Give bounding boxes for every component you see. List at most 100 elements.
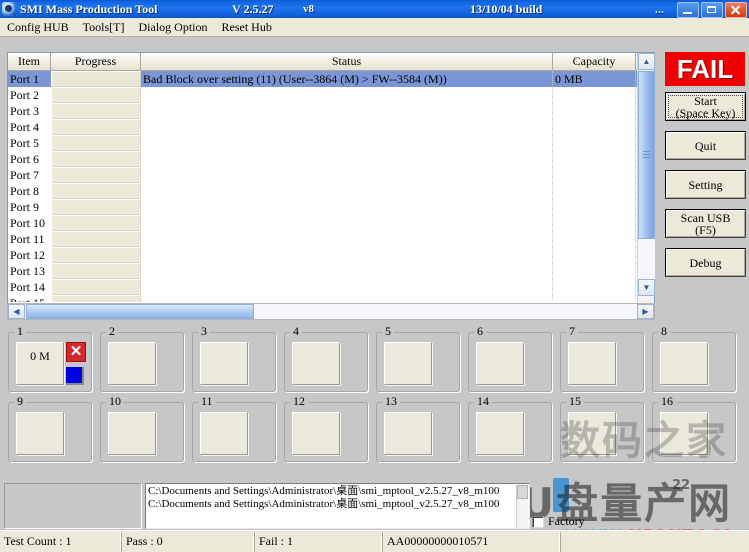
port-slot[interactable]: 11 — [188, 396, 279, 466]
port-slot-label: 4 — [290, 324, 302, 339]
minimize-icon[interactable] — [677, 2, 699, 18]
factory-checkbox[interactable] — [532, 516, 544, 528]
quit-button-label: Quit — [695, 140, 716, 152]
menu-item-tools[interactable]: Tools[T] — [76, 19, 132, 36]
log-output-panel[interactable]: C:\Documents and Settings\Administrator\… — [145, 483, 530, 529]
window-controls — [677, 2, 747, 18]
table-row[interactable]: Port 4 — [8, 119, 654, 135]
port-slot[interactable]: 10 M✕ — [4, 326, 95, 396]
table-row[interactable]: Port 5 — [8, 135, 654, 151]
scroll-left-icon[interactable]: ◀ — [8, 304, 25, 319]
cell-item: Port 6 — [8, 151, 51, 167]
action-panel: FAIL Start (Space Key) Quit Setting Scan… — [660, 50, 749, 322]
list-horizontal-scrollbar[interactable]: ◀ ▶ — [7, 303, 655, 320]
port-slot[interactable]: 9 — [4, 396, 95, 466]
port-slot-capacity — [476, 412, 524, 455]
factory-checkbox-group[interactable]: Factory — [532, 514, 585, 529]
scroll-thumb[interactable] — [638, 71, 655, 239]
cell-status: Bad Block over setting (11) (User--3864 … — [141, 71, 553, 87]
window-title: SMI Mass Production Tool — [20, 2, 157, 17]
log-scroll-thumb[interactable] — [517, 485, 528, 499]
table-row[interactable]: Port 12 — [8, 247, 654, 263]
log-line: C:\Documents and Settings\Administrator\… — [148, 498, 527, 511]
log-vertical-scrollbar[interactable] — [516, 485, 528, 529]
cell-item: Port 8 — [8, 183, 51, 199]
cell-item: Port 5 — [8, 135, 51, 151]
table-row[interactable]: Port 8 — [8, 183, 654, 199]
status-serial-number: AA00000000010571 — [383, 532, 561, 552]
table-row[interactable]: Port 11 — [8, 231, 654, 247]
cell-item: Port 10 — [8, 215, 51, 231]
table-row[interactable]: Port 6 — [8, 151, 654, 167]
port-slot-label: 1 — [14, 324, 26, 339]
scroll-down-icon[interactable]: ▼ — [638, 279, 655, 296]
column-header-capacity[interactable]: Capacity — [553, 53, 636, 70]
table-row[interactable]: Port 1 Bad Block over setting (11) (User-… — [8, 71, 654, 87]
table-row[interactable]: Port 15 — [8, 295, 654, 302]
table-row[interactable]: Port 14 — [8, 279, 654, 295]
cell-item: Port 1 — [8, 71, 51, 87]
port-slot-capacity — [660, 342, 708, 385]
scroll-right-icon[interactable]: ▶ — [637, 304, 654, 319]
port-slot-capacity — [200, 342, 248, 385]
cell-status — [141, 279, 553, 295]
port-slot[interactable]: 4 — [280, 326, 371, 396]
menu-item-dialog-option[interactable]: Dialog Option — [132, 19, 215, 36]
port-slot-capacity — [108, 342, 156, 385]
port-slot-capacity — [568, 342, 616, 385]
cell-capacity — [553, 151, 636, 167]
port-slot[interactable]: 2 — [96, 326, 187, 396]
table-row[interactable]: Port 3 — [8, 103, 654, 119]
hscroll-track[interactable] — [254, 304, 637, 319]
cell-capacity — [553, 215, 636, 231]
column-header-progress[interactable]: Progress — [51, 53, 141, 70]
menu-item-reset-hub[interactable]: Reset Hub — [215, 19, 279, 36]
status-test-count: Test Count : 1 — [0, 532, 122, 552]
port-slot[interactable]: 5 — [372, 326, 463, 396]
scan-usb-button[interactable]: Scan USB (F5) — [665, 209, 746, 238]
port-slot[interactable]: 6 — [464, 326, 555, 396]
menu-bar: Config HUB Tools[T] Dialog Option Reset … — [0, 18, 749, 37]
app-window: SMI Mass Production Tool V 2.5.27 v8 13/… — [0, 0, 749, 552]
list-body: Port 1 Bad Block over setting (11) (User-… — [8, 71, 654, 302]
cell-status — [141, 295, 553, 302]
cell-item: Port 4 — [8, 119, 51, 135]
table-row[interactable]: Port 9 — [8, 199, 654, 215]
column-header-status[interactable]: Status — [141, 53, 553, 70]
list-vertical-scrollbar[interactable]: ▲ ▼ — [637, 53, 654, 318]
table-row[interactable]: Port 2 — [8, 87, 654, 103]
cell-item: Port 2 — [8, 87, 51, 103]
table-row[interactable]: Port 13 — [8, 263, 654, 279]
port-slot[interactable]: 13 — [372, 396, 463, 466]
close-icon[interactable] — [725, 2, 747, 18]
port-slot-capacity: 0 M — [16, 342, 64, 385]
menu-item-config-hub[interactable]: Config HUB — [0, 19, 76, 36]
table-row[interactable]: Port 10 — [8, 215, 654, 231]
setting-button[interactable]: Setting — [665, 170, 746, 199]
port-slot[interactable]: 3 — [188, 326, 279, 396]
port-slot-capacity — [200, 412, 248, 455]
port-slot[interactable]: 7 — [556, 326, 647, 396]
port-slot-label: 12 — [290, 394, 308, 409]
port-slot[interactable]: 8 — [648, 326, 739, 396]
scroll-up-icon[interactable]: ▲ — [638, 53, 655, 70]
cell-capacity — [553, 279, 636, 295]
table-row[interactable]: Port 7 — [8, 167, 654, 183]
port-slot-label: 13 — [382, 394, 400, 409]
port-slot-label: 11 — [198, 394, 216, 409]
hscroll-thumb[interactable] — [26, 304, 254, 319]
port-slot[interactable]: 10 — [96, 396, 187, 466]
port-slot[interactable]: 15 — [556, 396, 647, 466]
status-fail-count: Fail : 1 — [255, 532, 383, 552]
quit-button[interactable]: Quit — [665, 131, 746, 160]
start-button[interactable]: Start (Space Key) — [665, 92, 746, 121]
column-header-item[interactable]: Item — [8, 53, 51, 70]
port-slot[interactable]: 16 — [648, 396, 739, 466]
cell-progress — [51, 87, 141, 103]
port-slot[interactable]: 12 — [280, 396, 371, 466]
maximize-icon[interactable] — [701, 2, 723, 18]
cell-status — [141, 87, 553, 103]
port-slot[interactable]: 14 — [464, 396, 555, 466]
debug-button[interactable]: Debug — [665, 248, 746, 277]
scroll-track[interactable] — [638, 239, 655, 279]
